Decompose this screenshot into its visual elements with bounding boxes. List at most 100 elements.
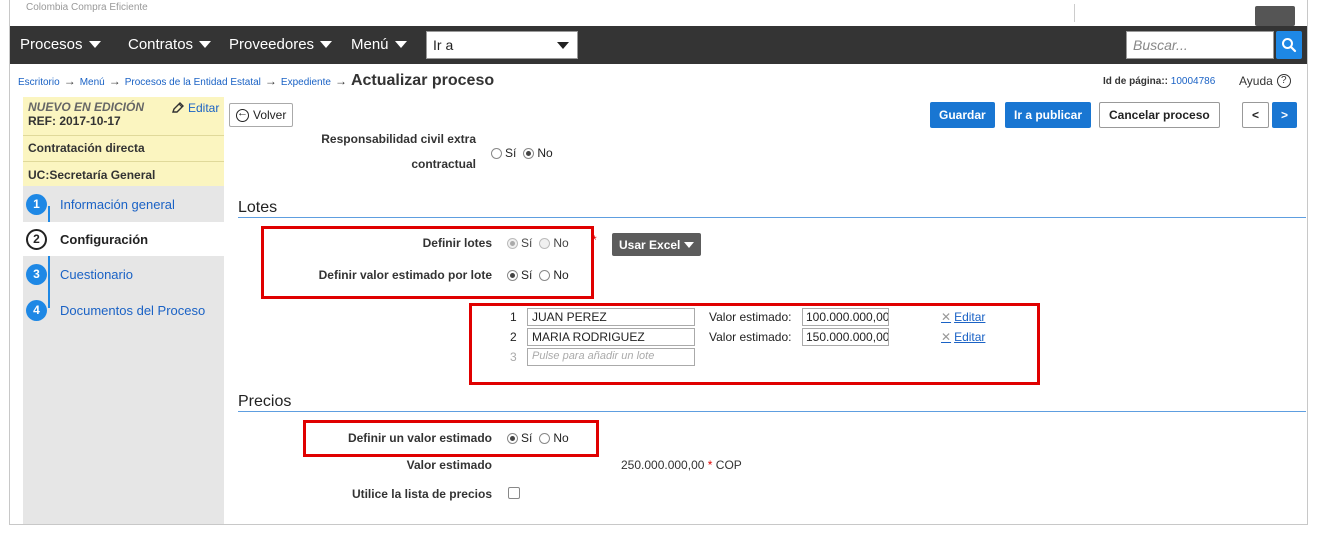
app-frame: Colombia Compra Eficiente Procesos Contr… xyxy=(9,0,1308,525)
step-documentos[interactable]: 4 Documentos del Proceso xyxy=(23,293,224,327)
chevron-down-icon xyxy=(320,41,333,48)
edit-lot-link[interactable]: ✕ Editar xyxy=(941,310,985,324)
process-ref: REF: 2017-10-17 xyxy=(28,114,121,128)
divider xyxy=(23,161,224,162)
define-lotes-label: Definir lotes xyxy=(422,236,492,250)
define-lotes-no-radio[interactable] xyxy=(539,237,551,249)
lot-name-input[interactable]: MARIA RODRIGUEZ xyxy=(527,328,695,346)
yes-label: Sí xyxy=(505,146,517,160)
back-button[interactable]: Volver xyxy=(229,103,294,127)
value-per-lot-yes-radio[interactable] xyxy=(507,269,518,281)
step-label: Cuestionario xyxy=(60,266,133,282)
status-label: NUEVO EN EDICIÓN xyxy=(28,100,145,114)
publish-button[interactable]: Ir a publicar xyxy=(1005,102,1092,128)
use-excel-button[interactable]: Usar Excel xyxy=(612,233,702,256)
yes-label: Sí xyxy=(521,268,533,282)
section-divider xyxy=(238,217,1306,218)
step-number: 1 xyxy=(26,193,47,215)
prev-button[interactable]: < xyxy=(1242,102,1270,128)
nav-procesos-label: Procesos xyxy=(20,36,83,53)
estimated-value-text: 250.000.000,00 * COP xyxy=(621,458,742,472)
lot-value-input[interactable]: 100.000.000,00 xyxy=(802,308,889,326)
estimated-yes-radio[interactable] xyxy=(507,432,518,444)
edit-process-link[interactable]: Editar xyxy=(171,101,219,115)
step-number: 2 xyxy=(26,228,47,250)
close-icon[interactable]: ✕ xyxy=(941,310,951,324)
process-status-panel: NUEVO EN EDICIÓN REF: 2017-10-17 Editar … xyxy=(23,97,224,186)
save-button[interactable]: Guardar xyxy=(930,102,995,128)
search-input[interactable]: Buscar... xyxy=(1126,31,1274,59)
breadcrumb-arrow: → xyxy=(108,74,121,88)
nav-menu[interactable]: Menú xyxy=(351,36,407,53)
search-button[interactable] xyxy=(1276,31,1302,59)
top-divider xyxy=(1074,4,1075,22)
breadcrumb-expediente[interactable]: Expediente xyxy=(281,77,331,88)
liability-no-radio[interactable] xyxy=(523,147,535,159)
nav-proveedores[interactable]: Proveedores xyxy=(229,36,333,53)
breadcrumb-menu[interactable]: Menú xyxy=(80,77,105,88)
chevron-down-icon xyxy=(557,42,569,49)
chevron-down-icon xyxy=(394,41,407,48)
section-divider xyxy=(238,411,1306,412)
help-link[interactable]: Ayuda ? xyxy=(1239,74,1291,88)
process-unit: UC:Secretaría General xyxy=(28,168,156,182)
step-configuracion[interactable]: 2 Configuración xyxy=(23,222,224,256)
step-label: Documentos del Proceso xyxy=(60,302,206,318)
edit-lot-link[interactable]: ✕ Editar xyxy=(941,330,985,344)
estimated-value: 250.000.000,00 xyxy=(621,458,705,472)
liability-label-line-2: contractual xyxy=(411,157,476,171)
precios-section-title: Precios xyxy=(238,393,292,410)
use-excel-label: Usar Excel xyxy=(619,237,681,252)
nav-procesos[interactable]: Procesos xyxy=(20,36,101,53)
yes-label: Sí xyxy=(521,431,533,445)
goto-select[interactable]: Ir a xyxy=(426,31,578,59)
search-icon xyxy=(1282,38,1297,53)
page-id-label: Id de página:: xyxy=(1103,76,1168,87)
divider xyxy=(23,135,224,136)
cancel-process-button[interactable]: Cancelar proceso xyxy=(1099,102,1220,128)
brand-text: Colombia Compra Eficiente xyxy=(26,2,148,13)
price-list-checkbox[interactable] xyxy=(508,487,520,499)
new-lot-number: 3 xyxy=(510,350,517,364)
page-id-value[interactable]: 10004786 xyxy=(1171,76,1216,87)
breadcrumb-procesos[interactable]: Procesos de la Entidad Estatal xyxy=(125,77,261,88)
lot-value-input[interactable]: 150.000.000,00 xyxy=(802,328,889,346)
required-mark: * xyxy=(707,458,713,472)
breadcrumb-escritorio[interactable]: Escritorio xyxy=(18,77,60,88)
breadcrumb-arrow: → xyxy=(63,74,76,88)
no-label: No xyxy=(553,268,569,282)
goto-select-value: Ir a xyxy=(433,37,454,53)
define-lotes-yes-radio[interactable] xyxy=(507,237,518,249)
step-number: 3 xyxy=(26,263,47,285)
lot-name-input[interactable]: JUAN PEREZ xyxy=(527,308,695,326)
edit-lot-label: Editar xyxy=(954,310,986,324)
price-list-label: Utilice la lista de precios xyxy=(351,487,492,501)
question-icon: ? xyxy=(1276,74,1291,88)
top-strip: Colombia Compra Eficiente xyxy=(10,0,1307,26)
step-informacion-general[interactable]: 1 Información general xyxy=(23,187,224,221)
add-lot-input[interactable]: Pulse para añadir un lote xyxy=(527,348,695,366)
step-label: Información general xyxy=(60,196,175,212)
define-estimated-radio-group: Sí No xyxy=(507,431,573,445)
page-id: Id de página:: 10004786 xyxy=(1103,76,1215,87)
value-per-lot-no-radio[interactable] xyxy=(539,269,551,281)
step-label: Configuración xyxy=(60,231,149,247)
estimated-no-radio[interactable] xyxy=(539,432,551,444)
nav-menu-label: Menú xyxy=(351,36,389,53)
next-button[interactable]: > xyxy=(1272,102,1298,128)
close-icon[interactable]: ✕ xyxy=(941,330,951,344)
liability-label-line-1: Responsabilidad civil extra xyxy=(321,132,476,146)
estimated-value-label: Valor estimado xyxy=(406,458,492,472)
step-cuestionario[interactable]: 3 Cuestionario xyxy=(23,257,224,291)
pencil-icon xyxy=(172,102,184,113)
edit-lot-label: Editar xyxy=(954,330,986,344)
liability-radio-group: Sí No xyxy=(491,146,557,160)
nav-contratos[interactable]: Contratos xyxy=(128,36,212,53)
main-navbar: Procesos Contratos Proveedores Menú Ir a… xyxy=(10,26,1307,64)
lot-number: 2 xyxy=(510,330,517,344)
avatar[interactable] xyxy=(1255,6,1295,26)
liability-yes-radio[interactable] xyxy=(491,147,502,159)
define-estimated-label: Definir un valor estimado xyxy=(347,431,492,445)
chevron-down-icon xyxy=(88,41,101,48)
process-type: Contratación directa xyxy=(28,141,145,155)
